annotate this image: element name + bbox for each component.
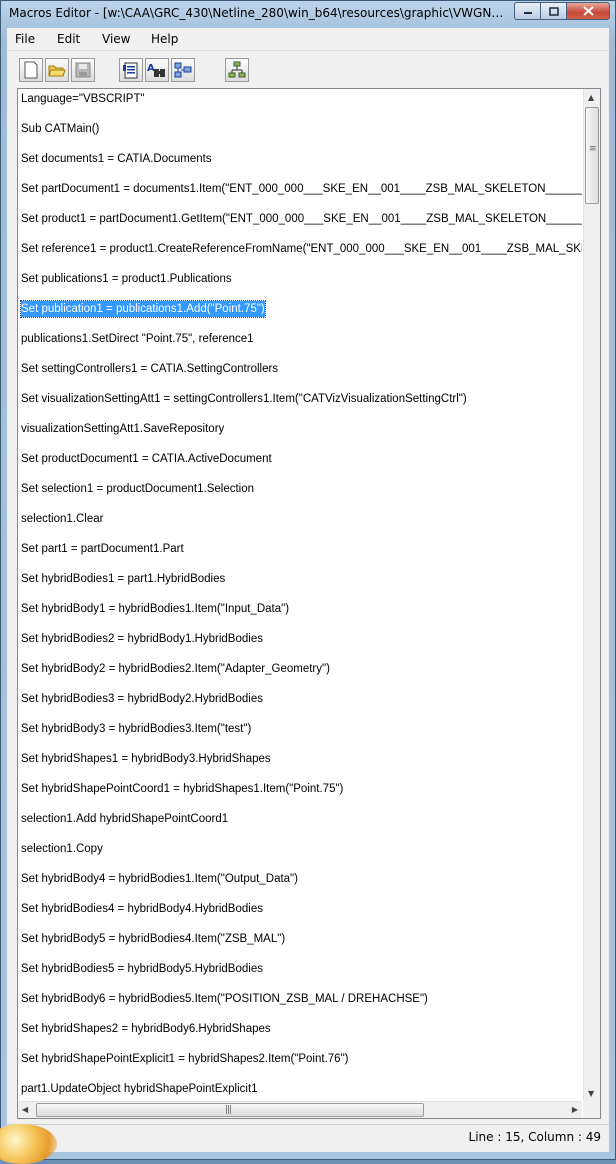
code-line[interactable]: Set hybridBody4 = hybridBodies1.Item("Ou… — [21, 871, 298, 887]
code-line[interactable]: Set hybridBodies2 = hybridBody1.HybridBo… — [21, 631, 263, 647]
code-line[interactable]: Set reference1 = product1.CreateReferenc… — [21, 241, 582, 257]
code-line[interactable]: Set hybridBodies1 = part1.HybridBodies — [21, 571, 225, 587]
object-browser-icon — [123, 62, 138, 79]
code-line[interactable]: publications1.SetDirect "Point.75", refe… — [21, 331, 254, 347]
maximize-icon — [548, 6, 559, 16]
close-icon — [582, 6, 594, 16]
code-line[interactable]: Set hybridBody2 = hybridBodies2.Item("Ad… — [21, 661, 330, 677]
window-title: Macros Editor - [w:\CAA\GRC_430\Netline_… — [9, 6, 504, 20]
toolbar: A — [7, 51, 609, 87]
start-orb-icon — [0, 1124, 57, 1164]
code-line[interactable]: Set productDocument1 = CATIA.ActiveDocum… — [21, 451, 272, 467]
code-line[interactable]: Set hybridBody3 = hybridBodies3.Item("te… — [21, 721, 251, 737]
menu-file[interactable]: File — [15, 32, 35, 46]
vertical-scroll-thumb[interactable]: ≡ — [585, 107, 599, 204]
save-button[interactable] — [71, 58, 95, 82]
code-line[interactable]: Set selection1 = productDocument1.Select… — [21, 481, 254, 497]
status-bar: Line : 15, Column : 49 — [7, 1124, 609, 1149]
code-line[interactable]: Set hybridBody6 = hybridBodies5.Item("PO… — [21, 991, 428, 1007]
insert-object-button[interactable] — [171, 58, 195, 82]
code-line[interactable]: Set hybridBody5 = hybridBodies4.Item("ZS… — [21, 931, 285, 947]
code-line[interactable]: Set part1 = partDocument1.Part — [21, 541, 184, 557]
code-line[interactable]: Set hybridBodies4 = hybridBody4.HybridBo… — [21, 901, 263, 917]
new-icon — [24, 61, 38, 79]
code-line[interactable]: visualizationSettingAtt1.SaveRepository — [21, 421, 224, 437]
minimize-button[interactable] — [514, 2, 540, 20]
menu-view[interactable]: View — [102, 32, 130, 46]
find-button[interactable]: A — [145, 58, 169, 82]
code-line[interactable]: Set hybridShapePointExplicit1 = hybridSh… — [21, 1051, 348, 1067]
object-browser-button[interactable] — [119, 58, 143, 82]
save-icon — [75, 62, 91, 78]
find-icon: A — [147, 63, 165, 77]
macros-editor-window: Macros Editor - [w:\CAA\GRC_430\Netline_… — [0, 0, 616, 1164]
horizontal-scroll-thumb[interactable]: ||| — [36, 1103, 424, 1117]
code-line[interactable]: Set hybridBody1 = hybridBodies1.Item("In… — [21, 601, 289, 617]
code-line[interactable]: Set hybridShapes2 = hybridBody6.HybridSh… — [21, 1021, 271, 1037]
scroll-up-icon[interactable]: ▲ — [588, 93, 594, 102]
vertical-scrollbar[interactable]: ▲ ≡ ▼ — [583, 89, 600, 1102]
close-button[interactable] — [566, 2, 610, 20]
tree-button[interactable] — [225, 58, 249, 82]
scroll-grip-icon: ||| — [225, 1105, 232, 1115]
minimize-icon — [523, 12, 532, 14]
scroll-left-icon[interactable]: ◀ — [22, 1105, 28, 1114]
code-line[interactable]: Set hybridBodies3 = hybridBody2.HybridBo… — [21, 691, 263, 707]
new-button[interactable] — [19, 58, 43, 82]
code-line[interactable]: Set product1 = partDocument1.GetItem("EN… — [21, 211, 582, 227]
code-line[interactable]: Set publications1 = product1.Publication… — [21, 271, 232, 287]
svg-text:A: A — [147, 63, 155, 74]
code-line[interactable]: Set visualizationSettingAtt1 = settingCo… — [21, 391, 467, 407]
title-bar[interactable]: Macros Editor - [w:\CAA\GRC_430\Netline_… — [1, 1, 615, 27]
insert-object-icon — [174, 62, 192, 78]
menu-bar: File Edit View Help — [7, 28, 609, 51]
scroll-grip-icon: ≡ — [589, 144, 596, 154]
code-line[interactable]: Set hybridShapePointCoord1 = hybridShape… — [21, 781, 343, 797]
horizontal-scrollbar[interactable]: ◀ ||| ▶ — [18, 1101, 582, 1118]
scroll-right-icon[interactable]: ▶ — [572, 1105, 578, 1114]
open-button[interactable] — [45, 58, 69, 82]
code-line[interactable]: Set settingControllers1 = CATIA.SettingC… — [21, 361, 278, 377]
code-editor[interactable]: Language="VBSCRIPT" Sub CATMain() Set docu… — [17, 88, 601, 1119]
cursor-position: Line : 15, Column : 49 — [468, 1130, 601, 1144]
code-line[interactable]: Set hybridShapes1 = hybridBody3.HybridSh… — [21, 751, 271, 767]
code-line[interactable]: selection1.Clear — [21, 511, 103, 527]
scrollbar-corner — [583, 1101, 600, 1118]
menu-help[interactable]: Help — [151, 32, 178, 46]
menu-edit[interactable]: Edit — [57, 32, 80, 46]
code-line[interactable]: selection1.Add hybridShapePointCoord1 — [21, 811, 228, 827]
scroll-down-icon[interactable]: ▼ — [588, 1089, 594, 1098]
tree-icon — [228, 61, 246, 78]
client-area: File Edit View Help A Language="VBSCRIPT… — [7, 28, 609, 1152]
code-line[interactable]: Set hybridBodies5 = hybridBody5.HybridBo… — [21, 961, 263, 977]
code-line[interactable]: Set documents1 = CATIA.Documents — [21, 151, 212, 167]
code-lines[interactable]: Language="VBSCRIPT" Sub CATMain() Set docu… — [18, 89, 582, 1102]
code-line-selected[interactable]: Set publication1 = publications1.Add("Po… — [20, 300, 266, 318]
code-line[interactable]: Set partDocument1 = documents1.Item("ENT… — [21, 181, 582, 197]
open-icon — [48, 65, 66, 77]
maximize-button[interactable] — [540, 2, 566, 20]
code-line[interactable]: Language="VBSCRIPT" — [21, 91, 145, 107]
code-line[interactable]: selection1.Copy — [21, 841, 103, 857]
code-line[interactable]: Sub CATMain() — [21, 121, 99, 137]
code-line[interactable]: part1.UpdateObject hybridShapePointExpli… — [21, 1081, 258, 1097]
